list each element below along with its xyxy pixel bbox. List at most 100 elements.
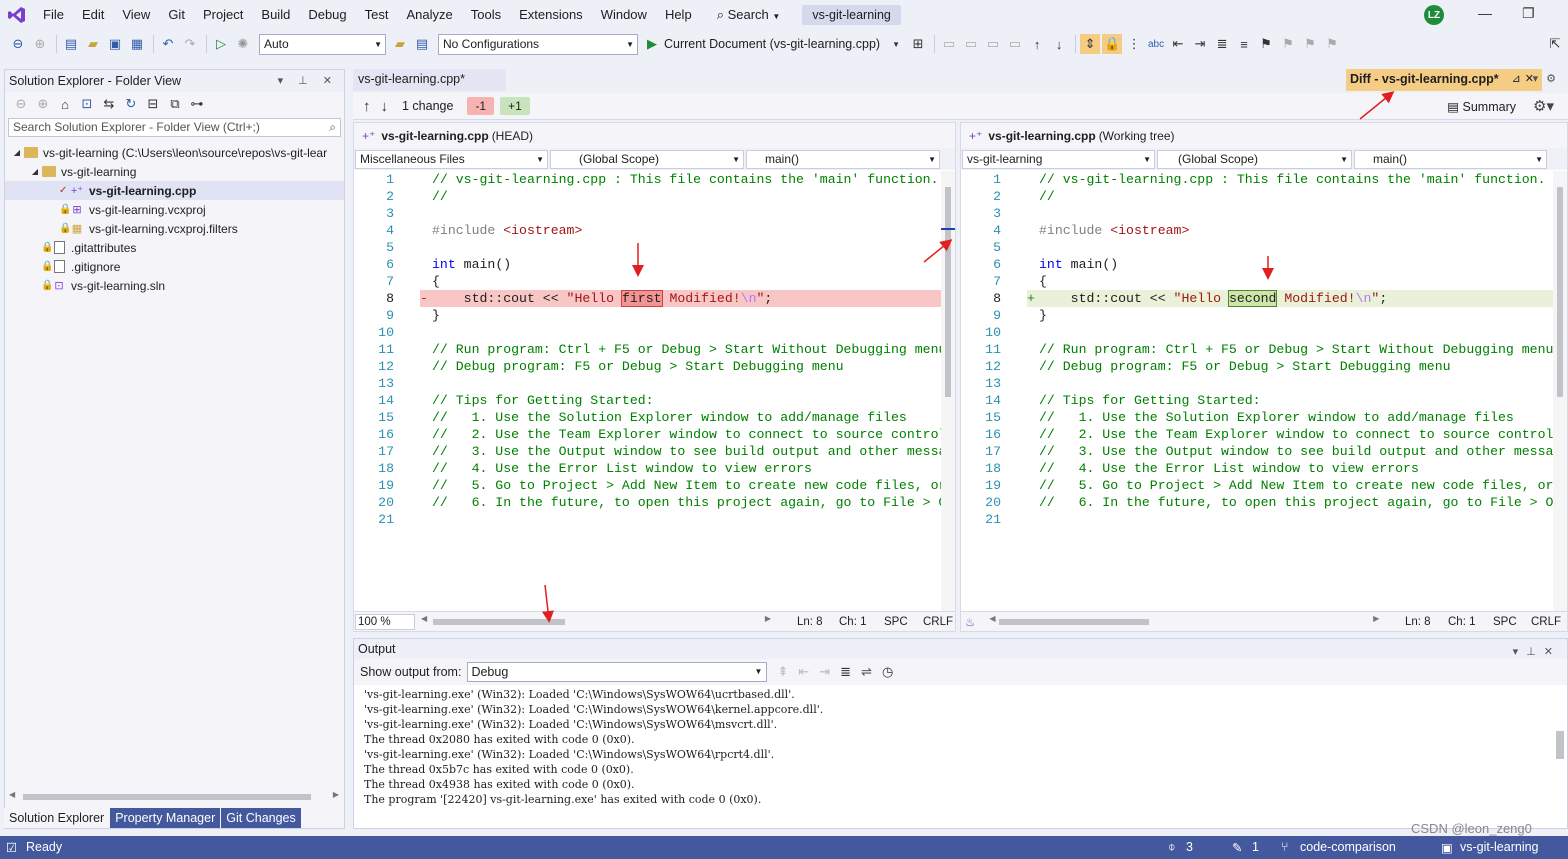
menu-analyze[interactable]: Analyze [397,0,461,29]
code-line[interactable]: 19 // 5. Go to Project > Add New Item to … [354,477,941,494]
bookmark-icon[interactable]: ⚑ [1256,34,1276,54]
right-project-dropdown[interactable]: vs-git-learning ▼ [962,149,1155,169]
commit-count[interactable]: 3 [1186,840,1193,854]
scroll-thumb[interactable] [23,794,311,800]
tree-item-gitignore[interactable]: 🔒 .gitignore [5,257,344,276]
menu-test[interactable]: Test [356,0,398,29]
menu-git[interactable]: Git [159,0,194,29]
code-line[interactable]: 15 // 1. Use the Solution Explorer window… [354,409,941,426]
code-line[interactable]: 14 // Tips for Getting Started: [961,392,1553,409]
comment-next-icon[interactable]: ▭ [961,34,981,54]
scroll-thumb[interactable] [999,618,1150,625]
branch-name[interactable]: code-comparison [1300,840,1396,854]
left-code-view[interactable]: 1 // vs-git-learning.cpp : This file cont… [354,171,941,611]
scroll-right-icon[interactable]: ▶ [333,790,339,799]
sync-icon[interactable]: ⇆ [99,94,119,114]
code-line[interactable]: 7{ [354,273,941,290]
solution-explorer-search-input[interactable]: Search Solution Explorer - Folder View (… [8,118,341,137]
undo-icon[interactable]: ↶ [158,34,178,54]
menu-file[interactable]: File [34,0,73,29]
next-change-icon[interactable]: ↓ [381,98,389,115]
solution-explorer-icon[interactable]: ▤ [412,34,432,54]
previous-change-icon[interactable]: ↑ [363,98,371,115]
tab-git-changes[interactable]: Git Changes [221,808,301,828]
menu-extensions[interactable]: Extensions [510,0,592,29]
menu-project[interactable]: Project [194,0,252,29]
right-scope-dropdown[interactable]: (Global Scope) ▼ [1157,149,1352,169]
menu-window[interactable]: Window [592,0,656,29]
scroll-right-icon[interactable]: ▶ [1373,614,1379,623]
code-line[interactable]: 5 [354,239,941,256]
menu-tools[interactable]: Tools [462,0,510,29]
code-line[interactable]: 9} [354,307,941,324]
uncomment-lines-icon[interactable]: ≡ [1234,34,1254,54]
prev-message-icon[interactable]: ⇤ [798,664,809,680]
start-without-debug-icon[interactable]: ▷ [211,34,231,54]
output-log[interactable]: 'vs-git-learning.exe' (Win32): Loaded 'C… [354,685,1567,807]
code-line[interactable]: 9} [961,307,1553,324]
code-line[interactable]: 16 // 2. Use the Team Explorer window to … [354,426,941,443]
code-line[interactable]: 10 [354,324,941,341]
code-line[interactable]: 13 [961,375,1553,392]
bookmark-next-icon[interactable]: ⚑ [1300,34,1320,54]
left-vertical-scrollbar[interactable] [941,171,955,611]
code-line[interactable]: 18 // 4. Use the Error List window to vie… [354,460,941,477]
word-wrap-icon[interactable]: ⇌ [861,664,872,680]
tab-property-manager[interactable]: Property Manager [110,808,221,828]
menu-edit[interactable]: Edit [73,0,113,29]
menu-help[interactable]: Help [656,0,701,29]
previous-change-icon[interactable]: ↑ [1027,34,1047,54]
repo-name[interactable]: vs-git-learning [1460,840,1539,854]
right-code-view[interactable]: 1 // vs-git-learning.cpp : This file cont… [961,171,1553,611]
code-line[interactable]: 8 + std::cout << "Hello second Modified!\… [961,290,1553,307]
indent-icon[interactable]: ⇥ [1190,34,1210,54]
comment-delete-icon[interactable]: ▭ [1005,34,1025,54]
code-line[interactable]: 11 // Run program: Ctrl + F5 or Debug > S… [354,341,941,358]
code-line[interactable]: 6 int main() [354,256,941,273]
expanded-icon[interactable]: ◢ [29,167,41,176]
forward-icon[interactable]: ⊕ [30,34,50,54]
code-line[interactable]: 12 // Debug program: F5 or Debug > Start … [961,358,1553,375]
code-line[interactable]: 20 // 6. In the future, to open this proj… [354,494,941,511]
back-icon[interactable]: ⊖ [11,94,31,114]
clock-icon[interactable]: ◷ [882,664,893,680]
right-horizontal-scrollbar[interactable]: ◀ ▶ [989,614,1379,627]
code-line[interactable]: 13 [354,375,941,392]
menu-build[interactable]: Build [252,0,299,29]
scroll-left-icon[interactable]: ◀ [421,614,427,623]
code-line[interactable]: 16 // 2. Use the Team Explorer window to … [961,426,1553,443]
code-line[interactable]: 1 // vs-git-learning.cpp : This file cont… [354,171,941,188]
comment-icon[interactable]: ▭ [939,34,959,54]
platform-dropdown[interactable]: No Configurations ▼ [438,33,638,55]
code-line[interactable]: 2 // [354,188,941,205]
tab-overflow-controls[interactable]: ▾⚙ [1533,72,1564,85]
horizontal-scrollbar[interactable]: ◀ ▶ [9,790,339,802]
search-button[interactable]: ⌕ Search ▼ [709,7,789,23]
save-icon[interactable]: ▣ [105,34,125,54]
left-scope-dropdown[interactable]: (Global Scope) ▼ [550,149,744,169]
scroll-left-icon[interactable]: ◀ [989,614,995,623]
refresh-icon[interactable]: ↻ [121,94,141,114]
gear-icon[interactable]: ⚙▾ [1533,97,1554,115]
code-line[interactable]: 17 // 3. Use the Output window to see bui… [354,443,941,460]
code-line[interactable]: 12 // Debug program: F5 or Debug > Start … [354,358,941,375]
code-line[interactable]: 2 // [961,188,1553,205]
clear-all-icon[interactable]: ≣ [840,664,851,680]
tab-cpp-file[interactable]: vs-git-learning.cpp* [353,69,506,91]
collapse-all-icon[interactable]: ⊟ [143,94,163,114]
whitespace-indicator[interactable]: SPC [1493,616,1517,628]
open-folder-icon[interactable]: ▰ [83,34,103,54]
summary-button[interactable]: ▤ Summary [1447,99,1516,114]
show-all-files-icon[interactable]: ⧉ [165,94,185,114]
spell-check-icon[interactable]: abc [1146,34,1166,54]
code-line[interactable]: 5 [961,239,1553,256]
code-line[interactable]: 17 // 3. Use the Output window to see bui… [961,443,1553,460]
code-line[interactable]: 1 // vs-git-learning.cpp : This file cont… [961,171,1553,188]
tree-item-folder[interactable]: ◢ vs-git-learning [5,162,344,181]
whitespace-indicator[interactable]: SPC [884,616,908,628]
open-file-icon[interactable]: ▰ [390,34,410,54]
code-line[interactable]: 4 #include <iostream> [354,222,941,239]
run-icon[interactable]: ▶ [642,34,662,54]
forward-icon[interactable]: ⊕ [33,94,53,114]
expand-toolbar-icon[interactable]: ⇱ [1545,34,1565,54]
